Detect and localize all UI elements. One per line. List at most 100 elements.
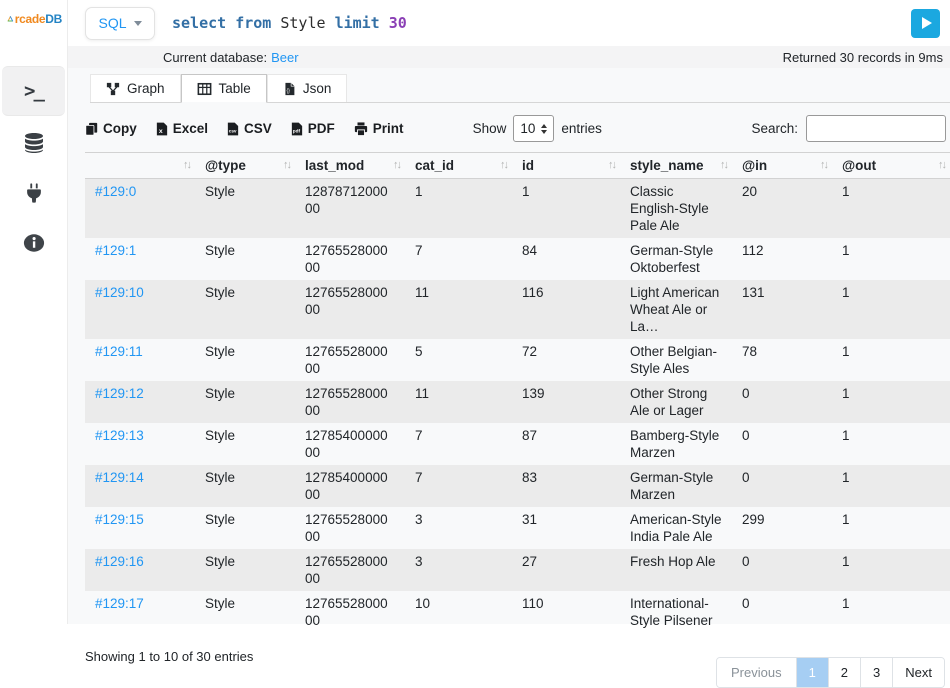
sidebar-item-api[interactable] [0, 168, 67, 218]
column-header-rid[interactable]: ↑↓ [85, 153, 195, 179]
pagination-3[interactable]: 3 [860, 658, 892, 687]
type-cell: Style [195, 423, 295, 465]
current-database-link[interactable]: Beer [271, 50, 298, 65]
column-header-cat-id[interactable]: cat_id↑↓ [405, 153, 512, 179]
record-link[interactable]: #129:10 [95, 285, 144, 300]
cat-id-cell: 11 [405, 381, 512, 423]
rid-cell: #129:10 [85, 280, 195, 339]
column-header-id[interactable]: id ↑↓ [512, 153, 620, 179]
type-cell: Style [195, 549, 295, 591]
tab-json[interactable]: {} Json [267, 74, 348, 102]
id-cell: 27 [512, 549, 620, 591]
svg-text:x: x [159, 127, 163, 134]
sidebar-item-databases[interactable] [0, 118, 67, 168]
column-header-style-name[interactable]: style_name↑↓ [620, 153, 732, 179]
search-input[interactable] [806, 115, 946, 142]
record-link[interactable]: #129:12 [95, 386, 144, 401]
csv-button[interactable]: csv CSV [227, 121, 272, 136]
record-link[interactable]: #129:11 [95, 344, 143, 359]
copy-button[interactable]: Copy [85, 121, 137, 136]
logo-wordmark: rcadeDB [15, 9, 62, 29]
arcadedb-logo: rcadeDB [0, 0, 67, 62]
column-header-type[interactable]: @type↑↓ [195, 153, 295, 179]
table-row: #129:12Style127655280000011139Other Stro… [85, 381, 950, 423]
column-header-in[interactable]: @in↑↓ [732, 153, 832, 179]
svg-text:pdf: pdf [293, 128, 301, 133]
pagination-2[interactable]: 2 [828, 658, 860, 687]
id-cell: 72 [512, 339, 620, 381]
chevron-down-icon [134, 21, 142, 26]
query-language-select[interactable]: SQL [85, 7, 155, 40]
style-name-cell: Fresh Hop Ale [620, 549, 732, 591]
cat-id-cell: 7 [405, 423, 512, 465]
info-icon [23, 232, 45, 254]
record-link[interactable]: #129:13 [95, 428, 144, 443]
last-mod-cell: 1276552800000 [295, 549, 405, 591]
record-link[interactable]: #129:15 [95, 512, 144, 527]
column-header-last-mod[interactable]: last_mod↑↓ [295, 153, 405, 179]
sort-icon: ↑↓ [183, 159, 190, 171]
query-token: from [235, 14, 280, 32]
table-row: #129:16 Style1276552800000327Fresh Hop Al… [85, 549, 950, 591]
pagination-1[interactable]: 1 [796, 658, 828, 687]
result-tabs: Graph Table {} [90, 74, 950, 103]
main-area: SQL select from Style limit 30 Current d… [68, 0, 950, 624]
pagination-next[interactable]: Next [892, 658, 944, 687]
type-cell: Style [195, 238, 295, 280]
style-name-cell: Classic English-Style Pale Ale [620, 179, 732, 239]
page-size-select[interactable]: 10 [513, 115, 554, 142]
record-link[interactable]: #129:17 [95, 596, 144, 611]
table-row: #129:0Style128787120000011Classic Englis… [85, 179, 950, 239]
excel-button-label: Excel [173, 121, 208, 136]
logo-text-db: DB [45, 12, 62, 26]
pdf-button[interactable]: pdf PDF [291, 121, 335, 136]
column-label: id [522, 158, 534, 173]
table-icon [197, 82, 212, 96]
rid-cell: #129:13 [85, 423, 195, 465]
out-cell: 1 [832, 507, 950, 549]
tab-table[interactable]: Table [181, 74, 267, 103]
record-link[interactable]: #129:0 [95, 184, 136, 199]
entries-label: entries [561, 121, 602, 136]
excel-button[interactable]: x Excel [156, 121, 208, 136]
table-header: ↑↓ @type↑↓ last_mod↑↓ cat_id↑↓ id ↑↓ styl… [85, 153, 950, 179]
page-size-control: Show 10 entries [473, 115, 602, 142]
svg-text:csv: csv [229, 128, 237, 133]
id-cell: 139 [512, 381, 620, 423]
record-link[interactable]: #129:1 [95, 243, 136, 258]
column-label: @out [842, 158, 876, 173]
out-cell: 1 [832, 381, 950, 423]
csv-button-label: CSV [244, 121, 272, 136]
out-cell: 1 [832, 280, 950, 339]
column-header-out[interactable]: @out↑↓ [832, 153, 950, 179]
rid-cell: #129:16 [85, 549, 195, 591]
id-cell: 87 [512, 423, 620, 465]
tab-table-label: Table [219, 81, 251, 96]
pdf-icon: pdf [291, 122, 303, 136]
sort-icon: ↑↓ [608, 159, 615, 171]
tab-graph[interactable]: Graph [90, 74, 181, 102]
print-button[interactable]: Print [354, 121, 404, 136]
style-name-cell: Light American Wheat Ale or La… [620, 280, 732, 339]
query-editor[interactable]: select from Style limit 30 [165, 14, 901, 32]
record-link[interactable]: #129:14 [95, 470, 144, 485]
svg-text:{}: {} [286, 88, 290, 94]
id-cell: 31 [512, 507, 620, 549]
column-label: @in [742, 158, 767, 173]
copy-button-label: Copy [103, 121, 137, 136]
type-cell: Style [195, 179, 295, 239]
sidebar-item-query[interactable]: >_ [2, 66, 65, 116]
in-cell: 0 [732, 465, 832, 507]
cat-id-cell: 3 [405, 549, 512, 591]
run-query-button[interactable] [911, 9, 940, 38]
in-cell: 112 [732, 238, 832, 280]
query-language-value: SQL [98, 15, 126, 31]
in-cell: 0 [732, 381, 832, 423]
sidebar-item-information[interactable] [0, 218, 67, 268]
pagination-previous[interactable]: Previous [717, 658, 796, 687]
out-cell: 1 [832, 591, 950, 633]
record-link[interactable]: #129:16 [95, 554, 144, 569]
showing-entries-info: Showing 1 to 10 of 30 entries [85, 649, 253, 664]
sort-icon: ↑↓ [720, 159, 727, 171]
type-cell: Style [195, 381, 295, 423]
